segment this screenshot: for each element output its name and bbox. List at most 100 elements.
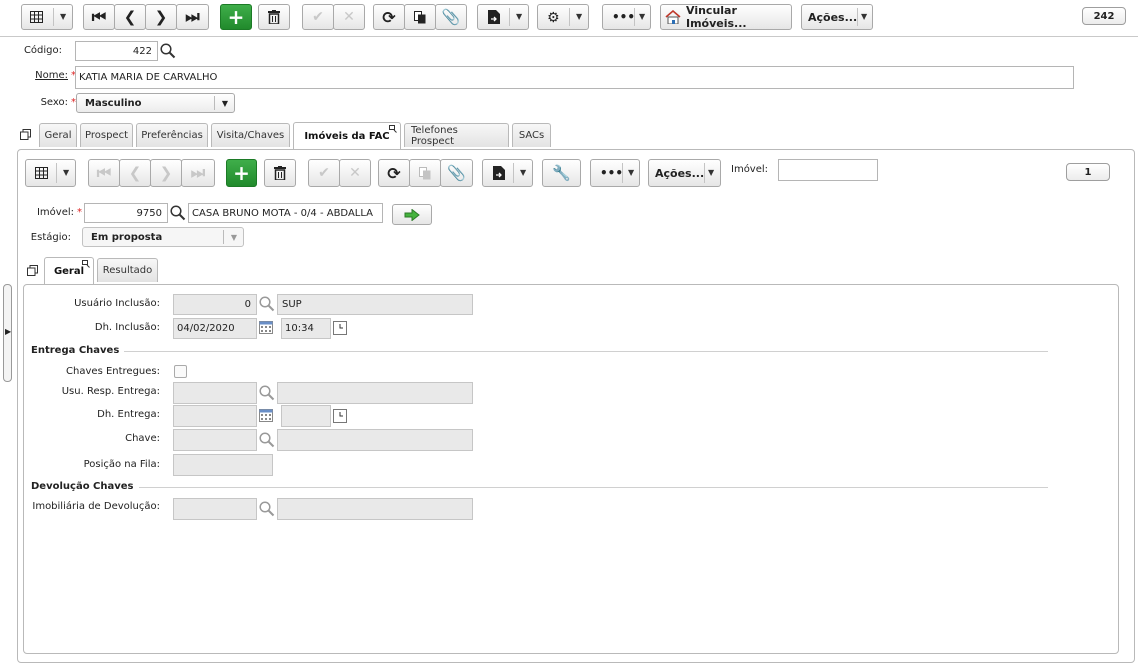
usu-resp-entrega-name [277,382,473,404]
attach-button[interactable]: 📎 [435,4,467,30]
tab-sacs[interactable]: SACs [512,123,551,147]
previous-record-button[interactable]: ❮ [119,159,151,187]
ellipsis-icon: ••• [600,166,624,180]
wrench-icon: 🔧 [552,164,571,182]
side-panel-toggle[interactable]: ▶ [3,284,12,382]
refresh-button[interactable]: ⟳ [373,4,405,30]
paperclip-icon: 📎 [447,164,466,182]
more-options-button[interactable]: ••• ▼ [602,4,651,30]
chevron-down-icon: ▼ [230,232,238,242]
imovel-label-text: Imóvel: [36,207,74,218]
settings-button[interactable]: ⚙ ▼ [537,4,589,30]
toolbar-divider [0,36,1138,37]
chevron-down-icon: ▼ [708,168,715,177]
codigo-label: Código: [23,45,62,56]
delete-button[interactable] [258,4,290,30]
dh-inclusao-label: Dh. Inclusão: [94,322,160,333]
calendar-icon [259,409,273,422]
add-button[interactable]: + [220,4,252,30]
tab-imoveis-fac[interactable]: Imóveis da FAC [293,122,401,149]
copy-icon [419,166,431,180]
devolucao-chaves-divider [139,487,1048,488]
search-icon[interactable] [160,43,176,59]
previous-record-button[interactable]: ❮ [114,4,146,30]
imovel-description-field[interactable]: CASA BRUNO MOTA - 0/4 - ABDALLA [188,203,383,223]
chave-label: Chave: [125,433,160,444]
estagio-select[interactable]: Em proposta ▼ [82,227,244,247]
copy-icon [414,10,426,24]
next-record-button[interactable]: ❯ [150,159,182,187]
attach-button[interactable]: 📎 [440,159,473,187]
chaves-entregues-label: Chaves Entregues: [66,366,160,377]
imobiliaria-devolucao-label: Imobiliária de Devolução: [32,501,160,512]
chevron-down-icon: ▼ [221,98,229,108]
go-to-imovel-button[interactable] [392,204,432,225]
tab-preferencias[interactable]: Preferências [136,123,208,147]
first-record-button[interactable]: ⏮ [83,4,115,30]
chevron-down-icon: ▼ [60,12,67,21]
codigo-field[interactable]: 422 [75,41,158,61]
copy-button[interactable] [409,159,441,187]
acoes-button[interactable]: Ações... ▼ [648,159,721,187]
next-record-button[interactable]: ❯ [145,4,177,30]
copy-button[interactable] [404,4,436,30]
tab-inner-resultado[interactable]: Resultado [97,258,158,282]
tab-prospect[interactable]: Prospect [80,123,133,147]
first-icon: ⏮ [96,163,112,182]
chevron-down-icon: ▼ [520,168,527,177]
popout-icon [389,125,397,133]
devolucao-chaves-section-title: Devolução Chaves [31,481,134,492]
search-icon [259,385,275,401]
chevron-down-icon: ▼ [516,12,523,21]
more-options-button[interactable]: ••• ▼ [590,159,640,187]
ellipsis-icon: ••• [612,10,636,24]
chaves-entregues-checkbox[interactable] [174,365,187,378]
add-button[interactable]: + [226,159,257,187]
chave-name [277,429,473,451]
tools-button[interactable]: 🔧 [542,159,581,187]
tab-inner-geral[interactable]: Geral [44,257,94,284]
tab-telefones-prospect[interactable]: Telefones Prospect [404,123,509,147]
sexo-label-text: Sexo: [40,97,68,108]
chevron-down-icon: ▼ [576,12,583,21]
search-icon [259,501,275,517]
cancel-button[interactable]: ✕ [333,4,365,30]
search-icon[interactable] [170,205,186,221]
trash-icon [274,166,286,180]
nome-field[interactable]: KATIA MARIA DE CARVALHO [75,66,1074,89]
required-marker: * [77,207,82,218]
first-record-button[interactable]: ⏮ [88,159,120,187]
imovel-code-field[interactable]: 9750 [84,203,168,223]
chevron-down-icon: ▼ [628,168,635,177]
delete-button[interactable] [264,159,296,187]
sexo-select[interactable]: Masculino ▼ [76,93,235,113]
cancel-button[interactable]: ✕ [339,159,371,187]
export-button[interactable]: ▼ [482,159,533,187]
close-icon: ✕ [349,165,361,181]
entrega-chaves-section-title: Entrega Chaves [31,345,120,356]
imovel-filter-input[interactable] [778,159,878,181]
refresh-button[interactable]: ⟳ [378,159,410,187]
search-icon [259,296,275,312]
vincular-imoveis-label: Vincular Imóveis... [686,4,747,30]
grid-view-button[interactable]: ▼ [21,4,73,30]
last-record-button[interactable]: ⏭ [176,4,209,30]
arrow-right-icon [404,208,420,221]
tab-geral[interactable]: Geral [39,123,77,147]
export-button[interactable]: ▼ [477,4,529,30]
last-record-button[interactable]: ⏭ [181,159,215,187]
imovel-filter-label: Imóvel: [731,164,769,175]
close-icon: ✕ [343,9,355,25]
acoes-button[interactable]: Ações... ▼ [801,4,873,30]
check-icon: ✔ [318,165,330,181]
plus-icon: + [233,161,250,185]
confirm-button[interactable]: ✔ [308,159,340,187]
tab-visita-chaves[interactable]: Visita/Chaves [211,123,290,147]
search-icon [259,432,275,448]
grid-view-button[interactable]: ▼ [25,159,76,187]
usuario-inclusao-code: 0 [173,294,257,315]
confirm-button[interactable]: ✔ [302,4,334,30]
grid-icon [35,167,48,179]
calendar-icon [259,321,273,334]
vincular-imoveis-button[interactable]: Vincular Imóveis... [660,4,792,30]
